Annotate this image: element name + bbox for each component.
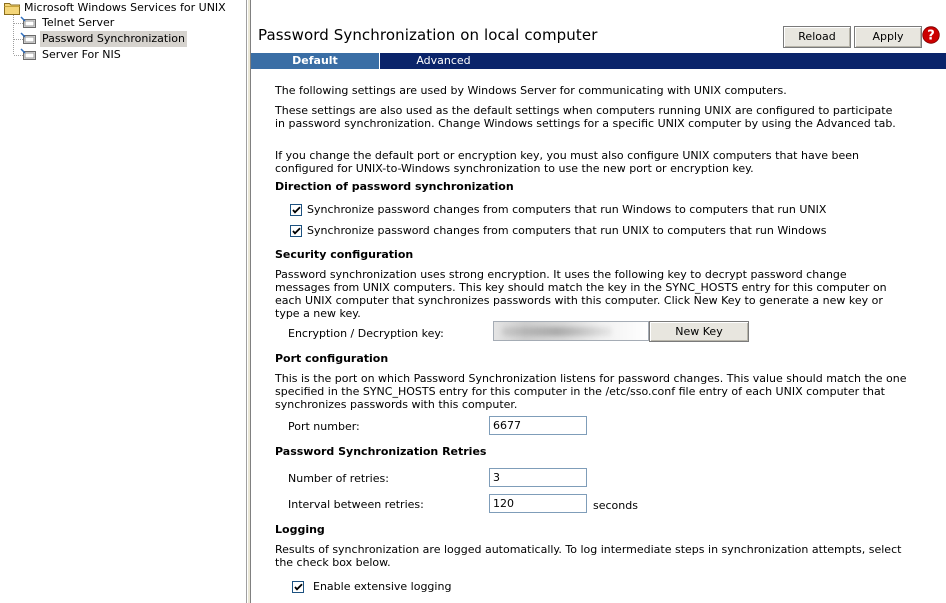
security-description: Password synchronization uses strong enc…: [275, 268, 887, 320]
port-description: This is the port on which Password Synch…: [275, 372, 907, 411]
checkbox-box[interactable]: [290, 225, 302, 237]
retries-heading: Password Synchronization Retries: [275, 445, 487, 458]
apply-button[interactable]: Apply: [854, 26, 922, 48]
new-key-button[interactable]: New Key: [649, 321, 749, 342]
service-icon: [20, 48, 36, 60]
encryption-key-input[interactable]: [493, 321, 649, 341]
retry-interval-input[interactable]: 120: [489, 494, 587, 513]
checkbox-box[interactable]: [290, 204, 302, 216]
security-heading: Security configuration: [275, 248, 414, 261]
sync-unix-to-windows-label: Synchronize password changes from comput…: [307, 224, 827, 237]
intro-paragraph-1: The following settings are used by Windo…: [275, 84, 787, 97]
checkmark-icon: [294, 583, 303, 591]
tree-item-label: Telnet Server: [42, 16, 115, 29]
reload-button[interactable]: Reload: [783, 26, 851, 48]
service-icon: [20, 16, 36, 28]
help-icon[interactable]: ?: [922, 26, 940, 44]
encryption-key-label: Encryption / Decryption key:: [288, 327, 444, 340]
new-key-button-label: New Key: [675, 325, 723, 338]
folder-icon: [4, 3, 20, 15]
direction-heading: Direction of password synchronization: [275, 180, 514, 193]
port-heading: Port configuration: [275, 352, 389, 365]
tree-root-label: Microsoft Windows Services for UNIX: [24, 1, 226, 14]
port-number-input[interactable]: 6677: [489, 416, 587, 435]
tree-pane: Microsoft Windows Services for UNIX Teln…: [0, 0, 247, 603]
tab-bar: Default Advanced: [251, 53, 946, 69]
intro-paragraph-2: These settings are also used as the defa…: [275, 104, 896, 130]
content-pane: Password Synchronization on local comput…: [251, 0, 946, 603]
port-number-label: Port number:: [288, 420, 360, 433]
tab-default[interactable]: Default: [251, 53, 379, 69]
tree-item-label: Password Synchronization: [40, 31, 187, 47]
tab-advanced[interactable]: Advanced: [379, 53, 507, 69]
tree-item-label: Server For NIS: [42, 48, 121, 61]
enable-extensive-logging-label: Enable extensive logging: [313, 580, 452, 593]
tab-advanced-label: Advanced: [416, 54, 471, 67]
tab-default-label: Default: [292, 54, 338, 67]
number-of-retries-label: Number of retries:: [288, 472, 389, 485]
checkmark-icon: [292, 206, 301, 214]
intro-paragraph-3: If you change the default port or encryp…: [275, 149, 859, 175]
retry-interval-label: Interval between retries:: [288, 498, 424, 511]
sync-windows-to-unix-label: Synchronize password changes from comput…: [307, 203, 827, 216]
checkmark-icon: [292, 227, 301, 235]
redacted-key-value: [502, 327, 612, 336]
retry-interval-unit: seconds: [593, 499, 638, 512]
service-icon: [20, 32, 36, 44]
page-title: Password Synchronization on local comput…: [258, 26, 598, 44]
number-of-retries-input[interactable]: 3: [489, 468, 587, 487]
apply-button-label: Apply: [872, 30, 904, 43]
logging-heading: Logging: [275, 523, 325, 536]
svg-text:?: ?: [927, 29, 935, 44]
logging-description: Results of synchronization are logged au…: [275, 543, 902, 569]
reload-button-label: Reload: [798, 30, 836, 43]
checkbox-box[interactable]: [292, 581, 304, 593]
